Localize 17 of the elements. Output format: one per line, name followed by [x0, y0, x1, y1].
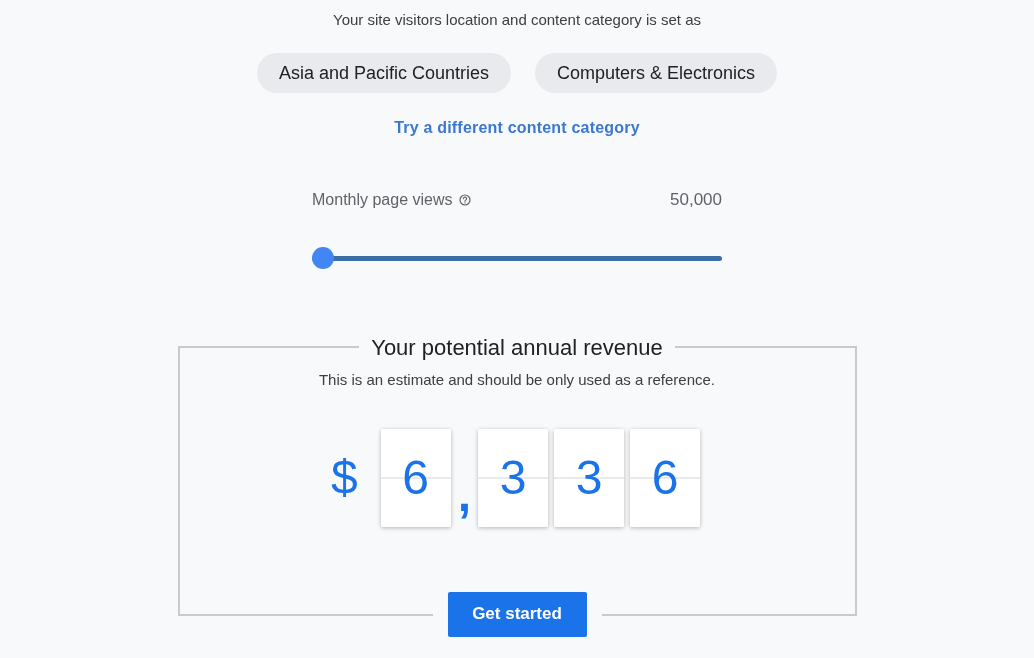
slider-label: Monthly page views [312, 191, 453, 209]
help-icon[interactable] [458, 194, 471, 206]
slider-thumb[interactable] [312, 247, 334, 269]
thousands-separator: , [457, 470, 471, 519]
intro-text: Your site visitors location and content category is set as [333, 10, 701, 30]
slider-value: 50,000 [670, 190, 722, 210]
digit-card: 3 [554, 428, 624, 527]
change-category-link[interactable]: Try a different content category [394, 118, 640, 138]
estimate-note: This is an estimate and should be only used as a reference. [318, 369, 716, 390]
get-started-button[interactable]: Get started [447, 591, 587, 637]
digit-card: 6 [380, 428, 451, 527]
digit-card: 3 [478, 428, 548, 527]
digit-card: 6 [630, 428, 700, 527]
selection-chip[interactable]: Asia and Pacific Countries [256, 53, 511, 93]
revenue-title: Your potential annual revenue [370, 334, 664, 361]
selection-chip[interactable]: Computers & Electronics [535, 53, 778, 93]
currency-symbol: $ [330, 449, 358, 506]
